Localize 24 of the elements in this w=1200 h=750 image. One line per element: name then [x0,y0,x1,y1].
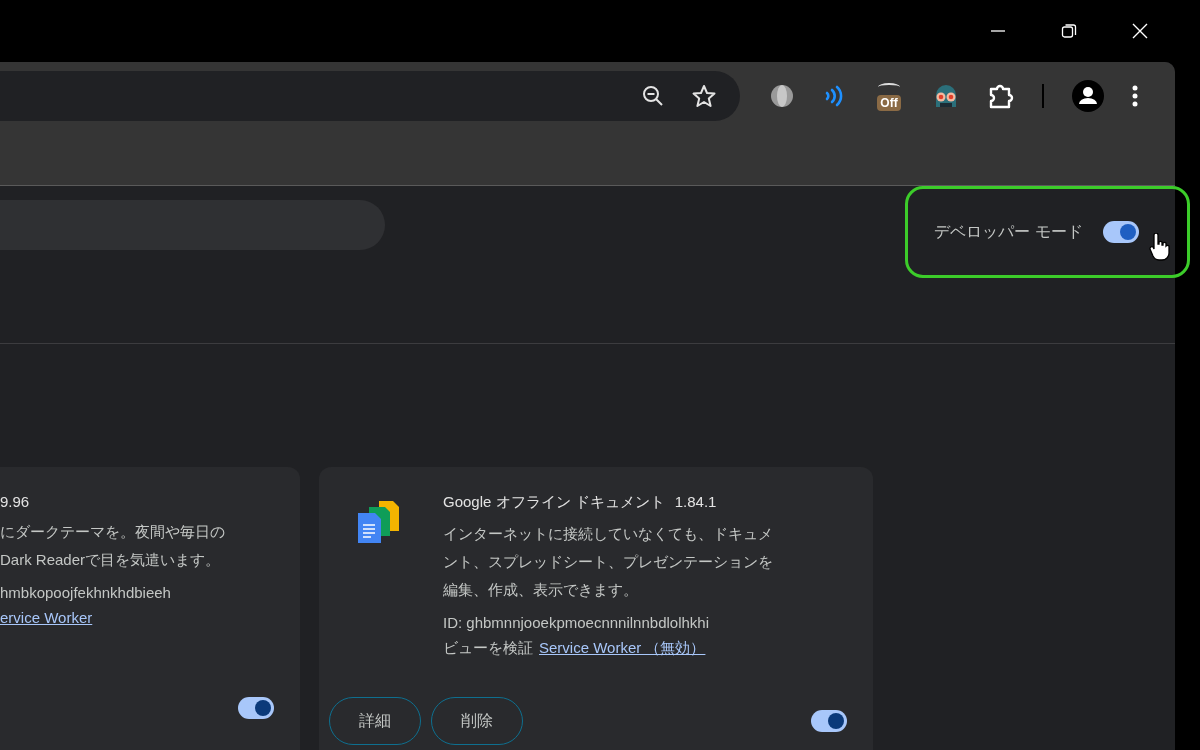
puzzle-icon[interactable] [988,83,1014,109]
ball-icon[interactable] [770,84,794,108]
extension-version: 1.84.1 [674,493,717,512]
extension-id: ID: ghbmnnjooekpmoecnnnilnnbdlolhkhi [443,614,710,631]
extension-description: にダークテーマを。夜間や毎日の Dark Readerで目を気遣います。 [0,522,225,570]
close-icon[interactable] [1132,23,1148,39]
extension-version: 9.96 [0,493,30,510]
restore-icon[interactable] [1061,23,1077,39]
extension-description: インターネットに接続していなくても、ドキュメ ント、スプレッドシート、プレゼンテーションを 編集、作成、表示できます。 [443,524,773,600]
service-worker-link[interactable]: Service Worker （無効） [539,639,706,658]
documents-icon [355,499,401,545]
developer-mode-toggle[interactable] [1103,221,1140,243]
extension-name: Google オフライン ドキュメント [443,493,665,512]
enable-toggle[interactable] [811,710,847,732]
zoom-out-icon[interactable] [642,85,664,107]
service-worker-link[interactable]: ervice Worker [0,609,93,626]
enable-toggle[interactable] [238,697,274,719]
extension-id: hmbkopoojfekhnkhdbieeh [0,584,172,601]
developer-mode-label: デベロッパー モード [934,221,1084,243]
hand-cursor-icon [1148,233,1170,261]
profile-avatar-icon[interactable] [1072,80,1104,112]
star-icon[interactable] [692,84,716,108]
menu-icon[interactable] [1132,85,1138,107]
inspect-views-label: ビューを検証 [443,639,533,658]
